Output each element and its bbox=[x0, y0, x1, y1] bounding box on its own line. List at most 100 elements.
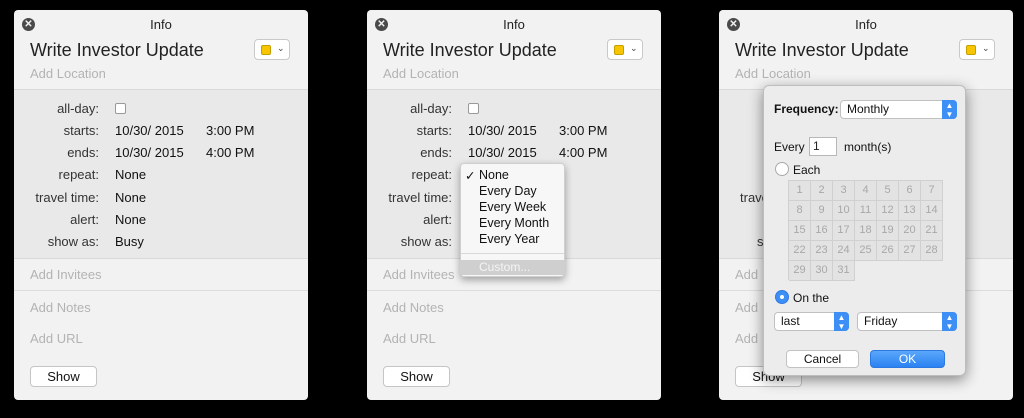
day-cell[interactable]: 19 bbox=[877, 221, 899, 241]
repeat-label: repeat: bbox=[411, 167, 452, 182]
day-cell[interactable]: 18 bbox=[855, 221, 877, 241]
day-cell[interactable]: 24 bbox=[833, 241, 855, 261]
up-down-arrows-icon: ▲ ▼ bbox=[834, 312, 849, 331]
start-time[interactable]: 3:00 PM bbox=[206, 123, 254, 138]
weekday-select[interactable]: Friday ▲ ▼ bbox=[857, 312, 957, 331]
start-date[interactable]: 10/30/ 2015 bbox=[115, 123, 184, 138]
day-cell[interactable]: 25 bbox=[855, 241, 877, 261]
day-cell[interactable]: 10 bbox=[833, 201, 855, 221]
event-title[interactable]: Write Investor Update bbox=[30, 40, 204, 61]
menu-item-every-day[interactable]: Every Day bbox=[461, 184, 564, 200]
day-cell[interactable]: 12 bbox=[877, 201, 899, 221]
calendar-color-picker[interactable]: ⌄ bbox=[959, 39, 995, 60]
day-cell[interactable]: 13 bbox=[899, 201, 921, 221]
day-cell[interactable]: 17 bbox=[833, 221, 855, 241]
start-time[interactable]: 3:00 PM bbox=[559, 123, 607, 138]
end-time[interactable]: 4:00 PM bbox=[206, 145, 254, 160]
add-invitees-field[interactable]: Add Invitees bbox=[30, 267, 102, 282]
end-time[interactable]: 4:00 PM bbox=[559, 145, 607, 160]
add-notes-field[interactable]: Add Notes bbox=[30, 300, 91, 315]
menu-item-every-year[interactable]: Every Year bbox=[461, 232, 564, 248]
day-cell[interactable]: 3 bbox=[833, 181, 855, 201]
event-title[interactable]: Write Investor Update bbox=[735, 40, 909, 61]
ordinal-select[interactable]: last ▲ ▼ bbox=[774, 312, 849, 331]
day-cell[interactable]: 14 bbox=[921, 201, 943, 221]
show-button[interactable]: Show bbox=[383, 366, 450, 387]
on-the-radio[interactable] bbox=[775, 290, 789, 304]
add-notes-field-partial[interactable]: Add bbox=[735, 300, 758, 315]
day-cell[interactable]: 11 bbox=[855, 201, 877, 221]
show-as-label: show as: bbox=[47, 234, 99, 249]
menu-item-every-month[interactable]: Every Month bbox=[461, 216, 564, 232]
chevron-down-icon: ⌄ bbox=[277, 43, 285, 53]
day-cell[interactable]: 29 bbox=[789, 261, 811, 281]
allday-label: all-day: bbox=[57, 101, 99, 116]
calendar-color-picker[interactable]: ⌄ bbox=[254, 39, 290, 60]
allday-checkbox[interactable] bbox=[115, 103, 126, 114]
day-cell[interactable]: 7 bbox=[921, 181, 943, 201]
day-cell[interactable]: 16 bbox=[811, 221, 833, 241]
day-cell[interactable]: 8 bbox=[789, 201, 811, 221]
day-cell[interactable]: 6 bbox=[899, 181, 921, 201]
event-title[interactable]: Write Investor Update bbox=[383, 40, 557, 61]
color-swatch-icon bbox=[966, 45, 976, 55]
travel-time-label: travel time: bbox=[388, 190, 452, 205]
end-date[interactable]: 10/30/ 2015 bbox=[115, 145, 184, 160]
repeat-value[interactable]: None bbox=[115, 167, 146, 182]
add-url-field-partial[interactable]: Add bbox=[735, 331, 758, 346]
cancel-button[interactable]: Cancel bbox=[786, 350, 859, 368]
day-cell[interactable]: 22 bbox=[789, 241, 811, 261]
day-cell[interactable]: 15 bbox=[789, 221, 811, 241]
every-unit-label: month(s) bbox=[844, 140, 892, 154]
add-location-field[interactable]: Add Location bbox=[383, 66, 459, 81]
menu-item-custom[interactable]: Custom... bbox=[461, 260, 564, 275]
start-date[interactable]: 10/30/ 2015 bbox=[468, 123, 537, 138]
frequency-label: Frequency: bbox=[774, 102, 839, 116]
show-as-value[interactable]: Busy bbox=[115, 234, 144, 249]
recurrence-popover: Frequency: Monthly ▲ ▼ Every 1 month(s) E… bbox=[763, 85, 966, 376]
every-interval-input[interactable]: 1 bbox=[809, 137, 837, 156]
travel-time-value[interactable]: None bbox=[115, 190, 146, 205]
menu-item-every-week[interactable]: Every Week bbox=[461, 200, 564, 216]
day-cell[interactable]: 20 bbox=[899, 221, 921, 241]
day-cell[interactable]: 30 bbox=[811, 261, 833, 281]
end-date[interactable]: 10/30/ 2015 bbox=[468, 145, 537, 160]
day-cell[interactable]: 28 bbox=[921, 241, 943, 261]
window-title: Info bbox=[855, 17, 877, 32]
calendar-color-picker[interactable]: ⌄ bbox=[607, 39, 643, 60]
show-button[interactable]: Show bbox=[30, 366, 97, 387]
day-cell[interactable]: 5 bbox=[877, 181, 899, 201]
menu-item-label: None bbox=[479, 168, 509, 182]
every-label: Every bbox=[774, 140, 805, 154]
add-invitees-field-partial[interactable]: Add bbox=[735, 267, 758, 282]
repeat-label: repeat: bbox=[58, 167, 99, 182]
up-down-arrows-icon: ▲ ▼ bbox=[942, 100, 957, 119]
ends-label: ends: bbox=[67, 145, 99, 160]
day-cell[interactable]: 4 bbox=[855, 181, 877, 201]
info-panel-1: ✕ Info Write Investor Update ⌄ Add Locat… bbox=[14, 10, 308, 400]
add-location-field[interactable]: Add Location bbox=[30, 66, 106, 81]
day-of-month-grid: 1 2 3 4 5 6 7 8 9 10 11 12 13 14 15 16 17 18 19 20 21 22 23 24 2… bbox=[788, 180, 943, 281]
day-cell[interactable]: 2 bbox=[811, 181, 833, 201]
day-cell[interactable]: 1 bbox=[789, 181, 811, 201]
frequency-select[interactable]: Monthly ▲ ▼ bbox=[840, 100, 957, 119]
alert-value[interactable]: None bbox=[115, 212, 146, 227]
add-notes-field[interactable]: Add Notes bbox=[383, 300, 444, 315]
allday-label: all-day: bbox=[410, 101, 452, 116]
each-radio[interactable] bbox=[775, 162, 789, 176]
checkmark-icon: ✓ bbox=[465, 169, 476, 183]
day-cell[interactable]: 23 bbox=[811, 241, 833, 261]
day-cell[interactable]: 9 bbox=[811, 201, 833, 221]
menu-item-none[interactable]: ✓ None bbox=[461, 168, 564, 184]
day-cell[interactable]: 26 bbox=[877, 241, 899, 261]
day-cell[interactable]: 27 bbox=[899, 241, 921, 261]
add-url-field[interactable]: Add URL bbox=[30, 331, 83, 346]
ok-button[interactable]: OK bbox=[870, 350, 945, 368]
day-cell[interactable]: 31 bbox=[833, 261, 855, 281]
allday-checkbox[interactable] bbox=[468, 103, 479, 114]
day-cell[interactable]: 21 bbox=[921, 221, 943, 241]
travel-time-label: travel time: bbox=[35, 190, 99, 205]
add-location-field[interactable]: Add Location bbox=[735, 66, 811, 81]
add-invitees-field[interactable]: Add Invitees bbox=[383, 267, 455, 282]
add-url-field[interactable]: Add URL bbox=[383, 331, 436, 346]
